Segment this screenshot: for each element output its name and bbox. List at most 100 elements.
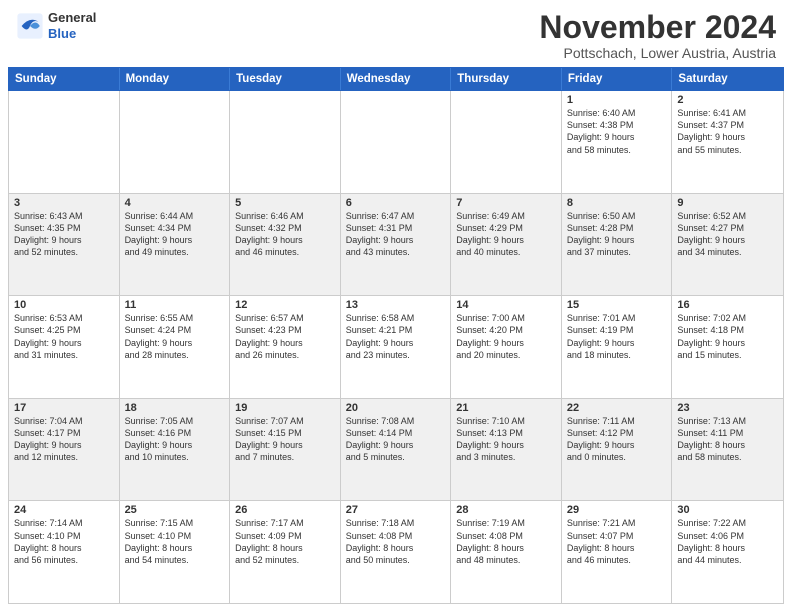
logo: General Blue: [16, 10, 96, 41]
weekday-header: Sunday: [9, 68, 120, 90]
calendar-day: 23Sunrise: 7:13 AM Sunset: 4:11 PM Dayli…: [672, 399, 783, 501]
weekday-header: Saturday: [672, 68, 783, 90]
logo-blue: Blue: [48, 26, 96, 42]
empty-cell: [451, 91, 562, 193]
calendar-day: 28Sunrise: 7:19 AM Sunset: 4:08 PM Dayli…: [451, 501, 562, 603]
calendar-day: 7Sunrise: 6:49 AM Sunset: 4:29 PM Daylig…: [451, 194, 562, 296]
day-number: 19: [235, 402, 335, 414]
day-info: Sunrise: 7:05 AM Sunset: 4:16 PM Dayligh…: [125, 415, 225, 464]
day-number: 1: [567, 94, 667, 106]
calendar-day: 16Sunrise: 7:02 AM Sunset: 4:18 PM Dayli…: [672, 296, 783, 398]
calendar-row: 24Sunrise: 7:14 AM Sunset: 4:10 PM Dayli…: [9, 501, 783, 603]
calendar-day: 27Sunrise: 7:18 AM Sunset: 4:08 PM Dayli…: [341, 501, 452, 603]
logo-general: General: [48, 10, 96, 26]
calendar-day: 3Sunrise: 6:43 AM Sunset: 4:35 PM Daylig…: [9, 194, 120, 296]
day-info: Sunrise: 7:01 AM Sunset: 4:19 PM Dayligh…: [567, 312, 667, 361]
calendar-day: 17Sunrise: 7:04 AM Sunset: 4:17 PM Dayli…: [9, 399, 120, 501]
day-number: 13: [346, 299, 446, 311]
day-info: Sunrise: 7:11 AM Sunset: 4:12 PM Dayligh…: [567, 415, 667, 464]
logo-icon: [16, 12, 44, 40]
calendar-day: 11Sunrise: 6:55 AM Sunset: 4:24 PM Dayli…: [120, 296, 231, 398]
title-area: November 2024 Pottschach, Lower Austria,…: [539, 10, 776, 61]
calendar-row: 10Sunrise: 6:53 AM Sunset: 4:25 PM Dayli…: [9, 296, 783, 399]
calendar-day: 14Sunrise: 7:00 AM Sunset: 4:20 PM Dayli…: [451, 296, 562, 398]
day-number: 12: [235, 299, 335, 311]
day-info: Sunrise: 7:18 AM Sunset: 4:08 PM Dayligh…: [346, 517, 446, 566]
day-info: Sunrise: 7:14 AM Sunset: 4:10 PM Dayligh…: [14, 517, 114, 566]
day-info: Sunrise: 7:07 AM Sunset: 4:15 PM Dayligh…: [235, 415, 335, 464]
day-info: Sunrise: 7:02 AM Sunset: 4:18 PM Dayligh…: [677, 312, 778, 361]
day-number: 2: [677, 94, 778, 106]
day-info: Sunrise: 7:22 AM Sunset: 4:06 PM Dayligh…: [677, 517, 778, 566]
day-info: Sunrise: 6:53 AM Sunset: 4:25 PM Dayligh…: [14, 312, 114, 361]
day-info: Sunrise: 6:58 AM Sunset: 4:21 PM Dayligh…: [346, 312, 446, 361]
day-info: Sunrise: 6:52 AM Sunset: 4:27 PM Dayligh…: [677, 210, 778, 259]
weekday-header: Tuesday: [230, 68, 341, 90]
calendar-body: 1Sunrise: 6:40 AM Sunset: 4:38 PM Daylig…: [8, 91, 784, 604]
day-info: Sunrise: 7:08 AM Sunset: 4:14 PM Dayligh…: [346, 415, 446, 464]
day-number: 25: [125, 504, 225, 516]
day-number: 16: [677, 299, 778, 311]
calendar-day: 9Sunrise: 6:52 AM Sunset: 4:27 PM Daylig…: [672, 194, 783, 296]
day-info: Sunrise: 7:04 AM Sunset: 4:17 PM Dayligh…: [14, 415, 114, 464]
day-number: 20: [346, 402, 446, 414]
day-number: 9: [677, 197, 778, 209]
day-number: 14: [456, 299, 556, 311]
day-number: 4: [125, 197, 225, 209]
calendar-day: 25Sunrise: 7:15 AM Sunset: 4:10 PM Dayli…: [120, 501, 231, 603]
calendar-day: 21Sunrise: 7:10 AM Sunset: 4:13 PM Dayli…: [451, 399, 562, 501]
day-info: Sunrise: 7:17 AM Sunset: 4:09 PM Dayligh…: [235, 517, 335, 566]
calendar-day: 12Sunrise: 6:57 AM Sunset: 4:23 PM Dayli…: [230, 296, 341, 398]
calendar-header: SundayMondayTuesdayWednesdayThursdayFrid…: [8, 67, 784, 91]
weekday-header: Wednesday: [341, 68, 452, 90]
day-number: 11: [125, 299, 225, 311]
calendar-day: 15Sunrise: 7:01 AM Sunset: 4:19 PM Dayli…: [562, 296, 673, 398]
day-number: 26: [235, 504, 335, 516]
day-number: 22: [567, 402, 667, 414]
calendar-day: 18Sunrise: 7:05 AM Sunset: 4:16 PM Dayli…: [120, 399, 231, 501]
calendar-day: 10Sunrise: 6:53 AM Sunset: 4:25 PM Dayli…: [9, 296, 120, 398]
location: Pottschach, Lower Austria, Austria: [539, 45, 776, 61]
month-title: November 2024: [539, 10, 776, 45]
calendar-row: 17Sunrise: 7:04 AM Sunset: 4:17 PM Dayli…: [9, 399, 783, 502]
calendar-day: 20Sunrise: 7:08 AM Sunset: 4:14 PM Dayli…: [341, 399, 452, 501]
day-number: 10: [14, 299, 114, 311]
day-info: Sunrise: 6:55 AM Sunset: 4:24 PM Dayligh…: [125, 312, 225, 361]
calendar-day: 5Sunrise: 6:46 AM Sunset: 4:32 PM Daylig…: [230, 194, 341, 296]
day-info: Sunrise: 7:21 AM Sunset: 4:07 PM Dayligh…: [567, 517, 667, 566]
day-number: 28: [456, 504, 556, 516]
calendar-day: 2Sunrise: 6:41 AM Sunset: 4:37 PM Daylig…: [672, 91, 783, 193]
day-info: Sunrise: 6:50 AM Sunset: 4:28 PM Dayligh…: [567, 210, 667, 259]
calendar-day: 13Sunrise: 6:58 AM Sunset: 4:21 PM Dayli…: [341, 296, 452, 398]
day-number: 30: [677, 504, 778, 516]
day-number: 17: [14, 402, 114, 414]
weekday-header: Friday: [562, 68, 673, 90]
day-number: 23: [677, 402, 778, 414]
day-number: 27: [346, 504, 446, 516]
day-info: Sunrise: 7:13 AM Sunset: 4:11 PM Dayligh…: [677, 415, 778, 464]
calendar-day: 29Sunrise: 7:21 AM Sunset: 4:07 PM Dayli…: [562, 501, 673, 603]
day-info: Sunrise: 6:44 AM Sunset: 4:34 PM Dayligh…: [125, 210, 225, 259]
calendar-day: 4Sunrise: 6:44 AM Sunset: 4:34 PM Daylig…: [120, 194, 231, 296]
calendar-day: 1Sunrise: 6:40 AM Sunset: 4:38 PM Daylig…: [562, 91, 673, 193]
day-info: Sunrise: 6:43 AM Sunset: 4:35 PM Dayligh…: [14, 210, 114, 259]
calendar-day: 6Sunrise: 6:47 AM Sunset: 4:31 PM Daylig…: [341, 194, 452, 296]
day-number: 8: [567, 197, 667, 209]
calendar-day: 22Sunrise: 7:11 AM Sunset: 4:12 PM Dayli…: [562, 399, 673, 501]
page: General Blue November 2024 Pottschach, L…: [0, 0, 792, 612]
logo-text: General Blue: [48, 10, 96, 41]
day-number: 24: [14, 504, 114, 516]
calendar-day: 26Sunrise: 7:17 AM Sunset: 4:09 PM Dayli…: [230, 501, 341, 603]
day-info: Sunrise: 6:49 AM Sunset: 4:29 PM Dayligh…: [456, 210, 556, 259]
day-number: 21: [456, 402, 556, 414]
calendar-day: 19Sunrise: 7:07 AM Sunset: 4:15 PM Dayli…: [230, 399, 341, 501]
day-number: 29: [567, 504, 667, 516]
header: General Blue November 2024 Pottschach, L…: [0, 0, 792, 67]
day-number: 3: [14, 197, 114, 209]
calendar: SundayMondayTuesdayWednesdayThursdayFrid…: [0, 67, 792, 612]
day-info: Sunrise: 7:10 AM Sunset: 4:13 PM Dayligh…: [456, 415, 556, 464]
day-number: 6: [346, 197, 446, 209]
day-info: Sunrise: 6:40 AM Sunset: 4:38 PM Dayligh…: [567, 107, 667, 156]
weekday-header: Monday: [120, 68, 231, 90]
day-number: 5: [235, 197, 335, 209]
